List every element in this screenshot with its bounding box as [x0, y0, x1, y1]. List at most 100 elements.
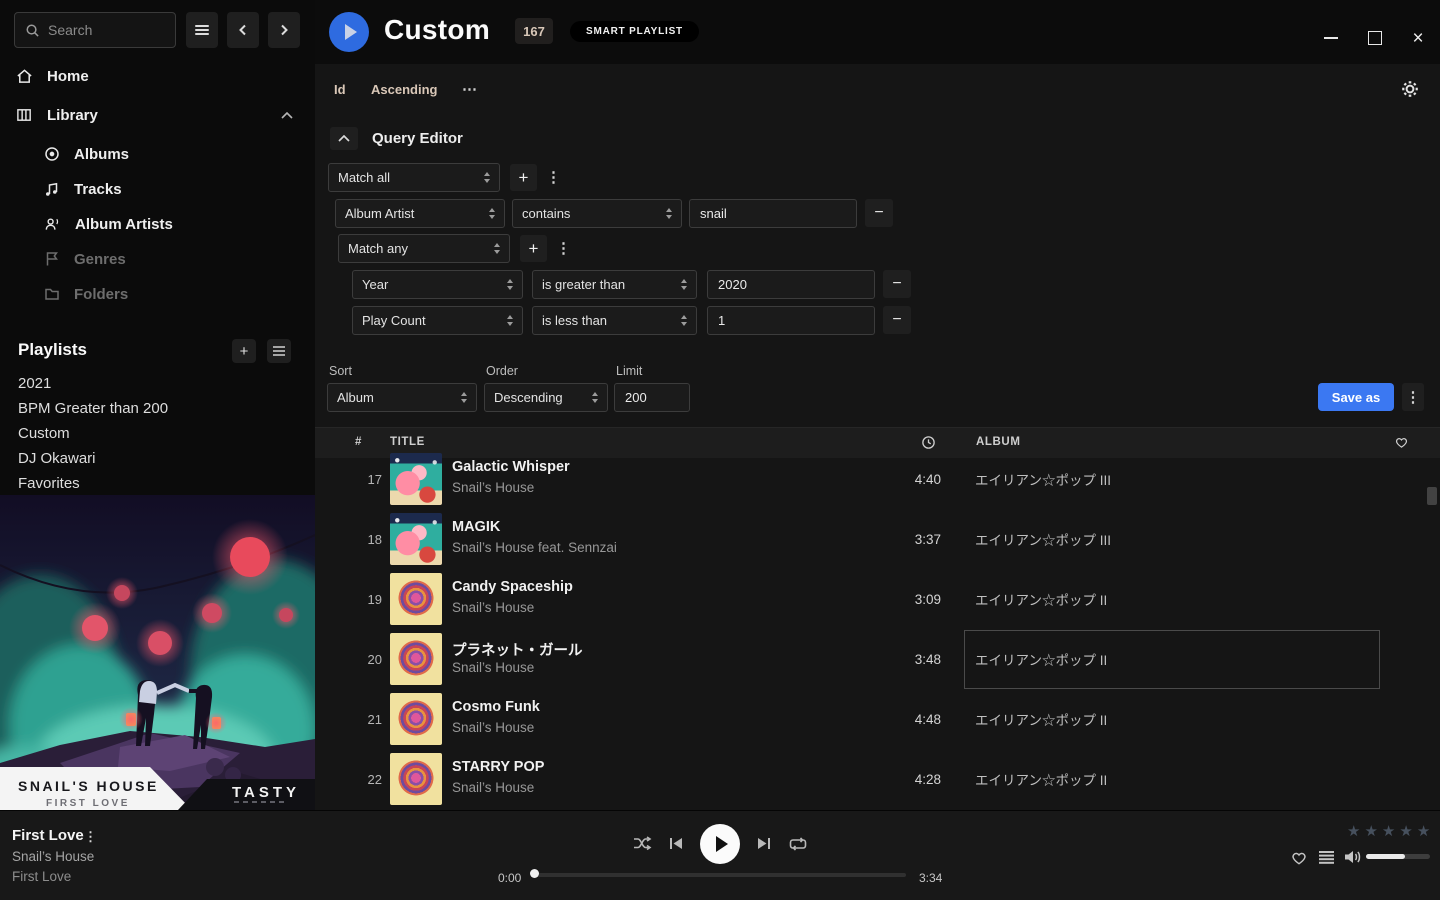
select-arrows-icon [461, 392, 467, 403]
previous-track-button[interactable] [669, 837, 684, 850]
table-row[interactable]: 19 Candy Spaceship Snail’s House 3:09 エイ… [315, 569, 1440, 629]
shuffle-button[interactable] [633, 836, 652, 851]
volume-icon[interactable] [1344, 849, 1362, 865]
table-row[interactable]: 21 Cosmo Funk Snail’s House 4:48 エイリアン☆ポ… [315, 689, 1440, 749]
rule1-value-input[interactable]: snail [689, 199, 857, 228]
playlist-item-bpm[interactable]: BPM Greater than 200 [0, 396, 315, 421]
star-icon[interactable]: ★ [1364, 822, 1378, 840]
query-menu-button[interactable]: ⋮ [1402, 383, 1424, 411]
collapse-chevron-icon[interactable] [281, 112, 293, 119]
sort-select[interactable]: Album [327, 383, 477, 412]
playlist-options-button[interactable] [267, 339, 291, 363]
table-row[interactable]: 22 STARRY POP Snail’s House 4:28 エイリアン☆ポ… [315, 749, 1440, 809]
sort-direction-button[interactable]: Ascending [371, 82, 437, 97]
rule1-value: snail [700, 206, 727, 221]
playlist-item-2021[interactable]: 2021 [0, 371, 315, 396]
more-options-button[interactable]: ⋯ [462, 80, 478, 98]
track-title: Cosmo Funk [452, 699, 540, 715]
rule1-field-select[interactable]: Album Artist [335, 199, 505, 228]
star-icon[interactable]: ★ [1347, 822, 1361, 840]
window-close-button[interactable]: × [1404, 24, 1432, 52]
menu-button[interactable] [186, 12, 218, 48]
next-track-button[interactable] [756, 837, 771, 850]
rule2-value-input[interactable]: 2020 [707, 270, 875, 299]
svg-text:FIRST LOVE: FIRST LOVE [46, 798, 130, 809]
track-number: 18 [330, 509, 382, 569]
track-title: STARRY POP [452, 759, 544, 775]
rule3-field-select[interactable]: Play Count [352, 306, 523, 335]
sidebar: Search Home [0, 0, 315, 810]
add-rule-button-group1[interactable]: + [510, 164, 537, 191]
seek-bar[interactable] [534, 873, 906, 877]
forward-button[interactable] [268, 12, 300, 48]
rule2-field-select[interactable]: Year [352, 270, 523, 299]
sidebar-item-home[interactable]: Home [0, 63, 315, 89]
star-icon[interactable]: ★ [1399, 822, 1413, 840]
minus-icon: − [892, 275, 901, 293]
rule1-remove-button[interactable]: − [865, 199, 893, 227]
settings-button[interactable] [1401, 80, 1419, 103]
library-icon [16, 107, 33, 123]
match-any-select[interactable]: Match any [338, 234, 510, 263]
play-pause-button[interactable] [700, 824, 740, 864]
select-arrows-icon [507, 315, 513, 326]
query-editor-collapse-button[interactable] [330, 127, 358, 150]
table-row[interactable]: 18 MAGIK Snail’s House feat. Sennzai 3:3… [315, 509, 1440, 569]
match-all-select[interactable]: Match all [328, 163, 500, 192]
sort-label: Sort [329, 364, 352, 378]
rule3-value-input[interactable]: 1 [707, 306, 875, 335]
now-playing-artwork: SNAIL'S HOUSE FIRST LOVE TASTY [0, 495, 315, 810]
seek-handle[interactable] [530, 869, 539, 878]
sidebar-item-albums[interactable]: Albums [0, 142, 315, 166]
playlist-item-favorites[interactable]: Favorites [0, 471, 315, 496]
search-input[interactable]: Search [14, 12, 176, 48]
add-playlist-button[interactable]: + [232, 339, 256, 363]
save-as-button[interactable]: Save as [1318, 383, 1394, 411]
rule3-operator-select[interactable]: is less than [532, 306, 697, 335]
sort-field-button[interactable]: Id [334, 82, 346, 97]
column-album[interactable]: ALBUM [976, 436, 1021, 448]
track-artist: Snail’s House [452, 660, 534, 675]
rule2-remove-button[interactable]: − [883, 270, 911, 298]
group1-menu-button[interactable]: ⋮ [546, 168, 561, 186]
table-row[interactable]: 17 Galactic Whisper Snail’s House 4:40 エ… [315, 449, 1440, 509]
playlist-item-dj-okawari[interactable]: DJ Okawari [0, 446, 315, 471]
duration-column-clock-icon[interactable] [921, 435, 936, 450]
rating-stars[interactable]: ★ ★ ★ ★ ★ [1347, 822, 1431, 840]
table-row[interactable]: 20 プラネット・ガール Snail’s House 3:48 エイリアン☆ポッ… [315, 629, 1440, 689]
minus-icon: − [892, 311, 901, 329]
limit-input[interactable]: 200 [614, 383, 690, 412]
playlist-item-custom[interactable]: Custom [0, 421, 315, 446]
favorite-button[interactable] [1290, 849, 1308, 866]
tracks-icon [44, 181, 60, 197]
rule2-operator-select[interactable]: is greater than [532, 270, 697, 299]
star-icon[interactable]: ★ [1417, 822, 1431, 840]
play-playlist-button[interactable] [329, 12, 369, 52]
column-number[interactable]: # [355, 436, 362, 448]
track-number: 21 [330, 689, 382, 749]
order-select[interactable]: Descending [484, 383, 608, 412]
rule3-remove-button[interactable]: − [883, 306, 911, 334]
rule1-operator-select[interactable]: contains [512, 199, 682, 228]
star-icon[interactable]: ★ [1382, 822, 1396, 840]
sidebar-item-folders[interactable]: Folders [0, 282, 315, 306]
add-rule-button-group2[interactable]: + [520, 235, 547, 262]
queue-button[interactable] [1318, 850, 1335, 865]
back-button[interactable] [227, 12, 259, 48]
favorite-column-heart-icon[interactable] [1394, 435, 1409, 449]
sidebar-item-album-artists[interactable]: Album Artists [0, 212, 315, 236]
sidebar-item-library[interactable]: Library [0, 102, 315, 128]
sidebar-item-genres[interactable]: Genres [0, 247, 315, 271]
window-minimize-button[interactable] [1317, 24, 1345, 52]
column-title[interactable]: TITLE [390, 436, 425, 448]
sidebar-item-tracks[interactable]: Tracks [0, 177, 315, 201]
repeat-button[interactable] [789, 837, 807, 851]
group2-menu-button[interactable]: ⋮ [556, 239, 571, 257]
folders-icon [44, 286, 60, 302]
scrollbar-thumb[interactable] [1427, 487, 1437, 505]
window-maximize-button[interactable] [1361, 24, 1389, 52]
track-artist: Snail’s House [452, 720, 534, 735]
now-playing-menu-button[interactable]: ⋮ [84, 829, 97, 845]
track-album: エイリアン☆ポップ II [975, 569, 1107, 629]
volume-slider[interactable] [1366, 854, 1430, 859]
